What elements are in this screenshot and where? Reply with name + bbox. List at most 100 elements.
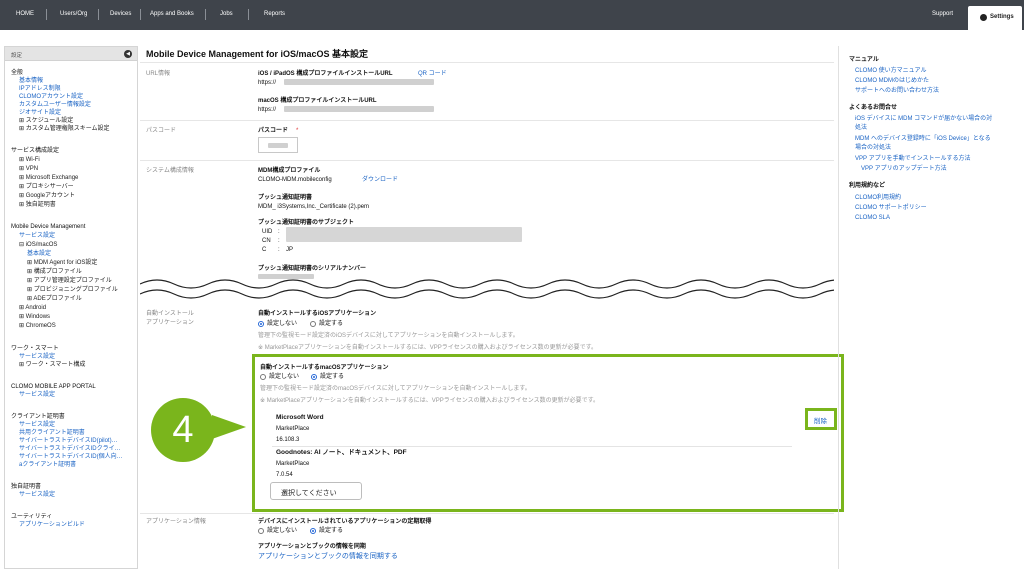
mdm-profile-file: CLOMO-MDM.mobileconfig xyxy=(258,177,332,183)
sidebar-item-exchange[interactable]: ⊞ Microsoft Exchange xyxy=(19,174,78,182)
mac-url-label: macOS 構成プロファイルインストールURL xyxy=(258,98,377,104)
faq-link[interactable]: 場合の対処法 xyxy=(855,144,891,152)
sidebar-item-cert-service[interactable]: サービス設定 xyxy=(19,421,55,429)
mac-note-2: ※ MarketPlaceアプリケーションを自動インストールするには、VPPライ… xyxy=(260,398,599,404)
periodic-off-label: 設定しない xyxy=(267,528,298,534)
sidebar-header-title: 設定 xyxy=(11,53,23,59)
nav-home[interactable]: HOME xyxy=(16,11,34,17)
sidebar-item-android[interactable]: ⊞ Android xyxy=(19,304,46,312)
nav-users-org[interactable]: Users/Org xyxy=(60,11,87,17)
sidebar-item-wifi[interactable]: ⊞ Wi-Fi xyxy=(19,156,40,164)
sidebar-item-a-client-cert[interactable]: aクライアント証明書 xyxy=(19,461,76,469)
sidebar-item-own-cert[interactable]: ⊞ 独自証明書 xyxy=(19,201,56,209)
ios-on-radio[interactable] xyxy=(310,321,316,327)
manual-link[interactable]: CLOMO MDMのはじめかた xyxy=(855,77,929,85)
sidebar-item-basic-info[interactable]: 基本情報 xyxy=(19,77,43,85)
sidebar-item-provisioning-profile[interactable]: ⊞ プロビジョニングプロファイル xyxy=(27,286,118,294)
nav-separator xyxy=(46,9,47,20)
sidebar-item-custom-user-info[interactable]: カスタムユーザー情報設定 xyxy=(19,101,91,109)
required-mark: * xyxy=(296,128,299,134)
sidebar-item-app-build[interactable]: アプリケーションビルド xyxy=(19,521,85,529)
sidebar-group-client-cert: クライアント証明書 xyxy=(11,414,65,420)
sync-link[interactable]: アプリケーションとブックの情報を同期する xyxy=(258,553,398,561)
passcode-input[interactable] xyxy=(258,137,298,153)
nav-support[interactable]: Support xyxy=(932,11,953,17)
terms-link[interactable]: CLOMO利用規約 xyxy=(855,194,901,202)
ios-url-label: iOS / iPadOS 構成プロファイルインストールURL xyxy=(258,71,393,77)
nav-reports[interactable]: Reports xyxy=(264,11,285,17)
sidebar-item-ip-restriction[interactable]: IPアドレス制限 xyxy=(19,85,61,93)
sidebar-item-chromeos[interactable]: ⊞ ChromeOS xyxy=(19,322,56,330)
delete-button[interactable]: 削除 xyxy=(805,408,837,430)
settings-sidebar: 設定 ◀ 全般 基本情報 IPアドレス制限 CLOMOアカウント設定 カスタムユ… xyxy=(4,46,138,569)
sidebar-item-google-account[interactable]: ⊞ Googleアカウント xyxy=(19,192,75,200)
sidebar-item-proxy[interactable]: ⊞ プロキシサーバー xyxy=(19,183,74,191)
sidebar-item-vpn[interactable]: ⊞ VPN xyxy=(19,165,38,173)
callout-arrow xyxy=(212,415,246,439)
sidebar-group-utility: ユーティリティ xyxy=(11,514,53,520)
qr-code-link[interactable]: QR コード xyxy=(418,70,447,78)
periodic-on-radio[interactable] xyxy=(310,528,316,534)
terms-link[interactable]: CLOMO SLA xyxy=(855,214,890,222)
row-divider xyxy=(140,160,834,161)
sidebar-item-cybertrust-pilot[interactable]: サイバートラストデバイスID(pilot)… xyxy=(19,437,118,445)
redacted-url xyxy=(284,79,434,85)
mac-url-value: https:// xyxy=(258,107,277,113)
nav-settings-label: Settings xyxy=(990,14,1014,20)
terms-link[interactable]: CLOMO サポートポリシー xyxy=(855,204,927,212)
manual-link[interactable]: CLOMO 使い方マニュアル xyxy=(855,67,927,75)
faq-link[interactable]: MDM へのデバイス登録時に「iOS Device」となる xyxy=(855,135,991,143)
sidebar-item-config-profile[interactable]: ⊞ 構成プロファイル xyxy=(27,268,82,276)
manual-link[interactable]: サポートへのお問い合わせ方法 xyxy=(855,87,939,95)
mac-on-radio[interactable] xyxy=(311,374,317,380)
sidebar-item-schedule[interactable]: ⊞ スケジュール設定 xyxy=(19,117,73,125)
faq-link[interactable]: VPP アプリのアップデート方法 xyxy=(855,165,947,173)
periodic-on-label: 設定する xyxy=(319,528,344,534)
download-link[interactable]: ダウンロード xyxy=(362,176,398,184)
row-divider xyxy=(140,513,834,514)
faq-link[interactable]: iOS デバイスに MDM コマンドが届かない場合の対 xyxy=(855,115,992,123)
colon: : xyxy=(278,247,280,253)
nav-settings-tab[interactable]: Settings xyxy=(968,6,1022,30)
sidebar-group-mdm: Mobile Device Management xyxy=(11,224,86,230)
redacted-subject xyxy=(286,227,522,242)
sidebar-item-cybertrust-client[interactable]: サイバートラストデバイスIDクライ… xyxy=(19,445,121,453)
sidebar-item-mdm-service[interactable]: サービス設定 xyxy=(19,232,55,240)
ios-off-radio[interactable] xyxy=(258,321,264,327)
sidebar-item-own-cert-service[interactable]: サービス設定 xyxy=(19,491,55,499)
nav-devices[interactable]: Devices xyxy=(110,11,131,17)
sidebar-item-geosite[interactable]: ジオサイト設定 xyxy=(19,109,61,117)
mac-off-radio[interactable] xyxy=(260,374,266,380)
sidebar-item-mdm-agent[interactable]: ⊞ MDM Agent for iOS設定 xyxy=(27,259,97,267)
app-select-dropdown[interactable]: 選択してください ⌄ xyxy=(270,482,362,500)
sidebar-item-windows[interactable]: ⊞ Windows xyxy=(19,313,50,321)
sidebar-item-ws-service[interactable]: サービス設定 xyxy=(19,353,55,361)
sidebar-header: 設定 ◀ xyxy=(5,47,137,61)
sidebar-item-ade-profile[interactable]: ⊞ ADEプロファイル xyxy=(27,295,82,303)
cert-serial-label: プッシュ通知証明書のシリアルナンバー xyxy=(258,266,366,272)
sidebar-item-ios-macos[interactable]: ⊟ iOS/macOS xyxy=(19,241,57,249)
faq-title: よくあるお問合せ xyxy=(849,105,898,111)
sidebar-item-cybertrust-personal[interactable]: サイバートラストデバイスID(個人向… xyxy=(19,453,123,461)
sidebar-item-basic-settings[interactable]: 基本設定 xyxy=(27,250,51,258)
sidebar-item-portal-service[interactable]: サービス設定 xyxy=(19,391,55,399)
sidebar-item-app-config-profile[interactable]: ⊞ アプリ管理設定プロファイル xyxy=(27,277,112,285)
sidebar-item-shared-cert[interactable]: 共用クライアント証明書 xyxy=(19,429,85,437)
cn-label: CN xyxy=(262,238,271,244)
periodic-off-radio[interactable] xyxy=(258,528,264,534)
ios-note-2: ※ MarketPlaceアプリケーションを自動インストールするには、VPPライ… xyxy=(258,345,597,351)
ios-url-value: https:// xyxy=(258,80,277,86)
push-cert-label: プッシュ通知証明書 xyxy=(258,195,313,201)
sidebar-item-clomo-account[interactable]: CLOMOアカウント設定 xyxy=(19,93,83,101)
sidebar-item-ws-config[interactable]: ⊞ ワーク・スマート構成 xyxy=(19,361,85,369)
auto-install-section-label-1: 自動インストール xyxy=(146,311,194,317)
nav-apps-and-books[interactable]: Apps and Books xyxy=(150,11,194,17)
nav-jobs[interactable]: Jobs xyxy=(220,11,233,17)
sidebar-group-service-config: サービス構成設定 xyxy=(11,148,60,154)
collapse-sidebar-icon[interactable]: ◀ xyxy=(124,50,132,58)
sidebar-item-custom-permission[interactable]: ⊞ カスタム管理権限スキーム設定 xyxy=(19,125,110,133)
faq-link[interactable]: 処法 xyxy=(855,124,867,132)
faq-link[interactable]: VPP アプリを手動でインストールする方法 xyxy=(855,155,970,163)
mac-note-1: 管理下の監視モード設定済のmacOSデバイスに対してアプリケーションを自動インス… xyxy=(260,386,531,392)
terms-title: 利用規約など xyxy=(849,183,886,189)
